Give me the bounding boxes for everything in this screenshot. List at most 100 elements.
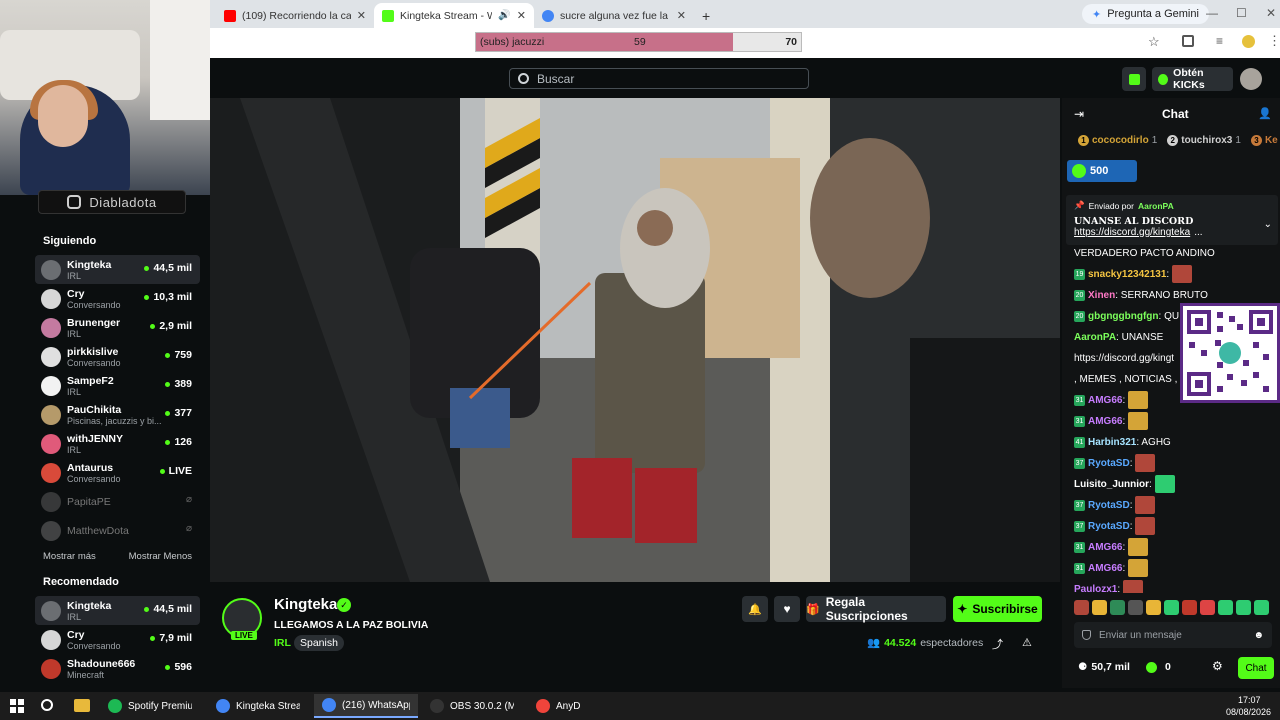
video-player[interactable] bbox=[210, 98, 1060, 582]
sidebar-channel-antaurus[interactable]: Antaurus Conversando LIVE bbox=[35, 458, 200, 487]
sidebar-channel-cry[interactable]: Cry Conversando 7,9 mil bbox=[35, 625, 200, 654]
settings-gear-icon[interactable]: ⚙ bbox=[1212, 659, 1223, 673]
menu-icon[interactable]: ⋮ bbox=[1268, 33, 1280, 49]
taskbar-app[interactable]: OBS 30.0.2 (MODO ... bbox=[422, 694, 522, 718]
gemini-button[interactable]: ✦ Pregunta a Gemini bbox=[1082, 4, 1209, 24]
emote-icon[interactable] bbox=[1236, 600, 1251, 615]
pinned-message[interactable]: 📌 Enviado por AaronPA UNANSE AL DISCORD … bbox=[1066, 195, 1278, 245]
taskbar-app[interactable]: Kingteka Stream - ... bbox=[208, 694, 308, 718]
kicks-balance[interactable]: 0 bbox=[1146, 661, 1171, 673]
browser-tab-google[interactable]: sucre alguna vez fue la capital d ✕ bbox=[534, 3, 694, 28]
close-window-button[interactable]: ✕ bbox=[1266, 6, 1276, 20]
taskbar-app[interactable]: Spotify Premium bbox=[100, 694, 200, 718]
bookmark-star-icon[interactable]: ☆ bbox=[1148, 34, 1160, 50]
file-explorer-icon[interactable] bbox=[74, 699, 90, 712]
emote-icon[interactable] bbox=[1092, 600, 1107, 615]
chat-username[interactable]: RyotaSD bbox=[1088, 500, 1130, 511]
audio-icon[interactable]: 🔊 bbox=[498, 10, 510, 21]
chat-username[interactable]: Luisito_Junnior bbox=[1074, 479, 1149, 490]
share-icon[interactable]: ⤴ bbox=[992, 636, 1003, 652]
chat-username[interactable]: AMG66 bbox=[1088, 395, 1122, 406]
windows-start-icon[interactable] bbox=[10, 699, 24, 713]
send-chat-button[interactable]: Chat bbox=[1238, 657, 1274, 679]
sidebar-channel-pirkkislive[interactable]: pirkkislive Conversando 759 bbox=[35, 342, 200, 371]
chat-username[interactable]: AMG66 bbox=[1088, 563, 1122, 574]
chat-username[interactable]: RyotaSD bbox=[1088, 458, 1130, 469]
taskbar-app[interactable]: (216) WhatsApp - G... bbox=[314, 694, 418, 718]
subscribe-button[interactable]: ✦ Suscribirse bbox=[953, 596, 1042, 622]
emote-icon[interactable] bbox=[1110, 600, 1125, 615]
clock-time[interactable]: 17:07 bbox=[1238, 695, 1261, 705]
extensions-icon[interactable] bbox=[1182, 35, 1194, 47]
browser-tab-youtube[interactable]: (109) Recorriendo la carretera m ✕ bbox=[216, 3, 374, 28]
top-gifter[interactable]: 3 Ke bbox=[1250, 135, 1280, 146]
emote-icon[interactable] bbox=[1200, 600, 1215, 615]
emote-icon[interactable] bbox=[1164, 600, 1179, 615]
emote-icon bbox=[1128, 559, 1149, 578]
notify-button[interactable]: 🔔 bbox=[742, 596, 768, 622]
close-tab-icon[interactable]: ✕ bbox=[677, 9, 686, 22]
emote-icon[interactable] bbox=[1128, 600, 1143, 615]
chat-username[interactable]: snacky12342131 bbox=[1088, 269, 1166, 280]
new-tab-button[interactable]: + bbox=[694, 3, 718, 28]
show-less-button[interactable]: Mostrar Menos bbox=[129, 551, 192, 562]
sidebar-channel-shadoune666[interactable]: Shadoune666 Minecraft 596 bbox=[35, 654, 200, 683]
points-display[interactable]: ⚈ 50,7 mil bbox=[1078, 661, 1130, 673]
chat-username[interactable]: AaronPA bbox=[1074, 332, 1116, 343]
follow-button[interactable]: ♥ bbox=[774, 596, 800, 622]
site-header: Buscar Obtén KICKs bbox=[210, 58, 1280, 98]
pinned-link[interactable]: https://discord.gg/kingteka bbox=[1074, 227, 1190, 238]
emote-icon[interactable] bbox=[1146, 600, 1161, 615]
user-avatar[interactable] bbox=[1240, 68, 1262, 90]
report-icon[interactable]: ⚠ bbox=[1022, 636, 1032, 649]
top-gifter[interactable]: 2 touchirox3 1 bbox=[1167, 135, 1241, 146]
chat-input[interactable]: Enviar un mensaje ☻ bbox=[1074, 622, 1272, 648]
profile-icon[interactable] bbox=[1242, 35, 1255, 48]
minimize-button[interactable]: — bbox=[1206, 6, 1218, 20]
taskbar-app[interactable]: AnyDesk bbox=[528, 694, 588, 718]
sidebar-channel-kingteka[interactable]: Kingteka IRL 44,5 mil bbox=[35, 596, 200, 625]
collapse-chat-icon[interactable]: ⇥ bbox=[1074, 107, 1084, 121]
chat-username[interactable]: Paulozx1 bbox=[1074, 584, 1117, 593]
chat-username[interactable]: gbgnggbngfgn bbox=[1088, 311, 1159, 322]
chat-users-icon[interactable]: 👤 bbox=[1258, 107, 1272, 120]
sidebar-channel-withjenny[interactable]: withJENNY IRL 126 bbox=[35, 429, 200, 458]
sidebar-channel-offline[interactable]: PapitaPE ⌀ bbox=[35, 487, 200, 516]
emote-icon[interactable] bbox=[1074, 600, 1089, 615]
maximize-button[interactable]: ☐ bbox=[1236, 6, 1247, 20]
emote-icon[interactable] bbox=[1254, 600, 1269, 615]
sidebar-channel-offline[interactable]: MatthewDota ⌀ bbox=[35, 516, 200, 545]
sidebar-channel-kingteka[interactable]: Kingteka IRL 44,5 mil bbox=[35, 255, 200, 284]
clock-date[interactable]: 08/08/2026 bbox=[1226, 707, 1271, 717]
chat-username[interactable]: AMG66 bbox=[1088, 416, 1122, 427]
instagram-icon bbox=[67, 195, 82, 209]
emoji-icon[interactable]: ☻ bbox=[1253, 630, 1264, 641]
gift-subs-button[interactable]: 🎁 Regala Suscripciones bbox=[806, 595, 946, 623]
sidebar-channel-pauchikita[interactable]: PauChikita Piscinas, jacuzzis y bi... 377 bbox=[35, 400, 200, 429]
chat-username[interactable]: Harbin321 bbox=[1088, 437, 1136, 448]
top-gifter[interactable]: 1 cococodirlo 1 bbox=[1078, 135, 1157, 146]
sidebar-channel-brunenger[interactable]: Brunenger IRL 2,9 mil bbox=[35, 313, 200, 342]
sidebar-channel-sampef2[interactable]: SampeF2 IRL 389 bbox=[35, 371, 200, 400]
browser-tab-kick[interactable]: Kingteka Stream - Watch Li 🔊 ✕ bbox=[374, 3, 534, 28]
bell-icon: 🔔 bbox=[748, 603, 762, 616]
search-icon[interactable] bbox=[41, 699, 53, 711]
category-link[interactable]: IRL bbox=[274, 637, 291, 649]
get-kicks-button[interactable]: Obtén KICKs bbox=[1152, 67, 1233, 91]
show-more-button[interactable]: Mostrar más bbox=[43, 551, 96, 562]
language-tag[interactable]: Spanish bbox=[294, 635, 344, 651]
kicks-pill[interactable]: 500 bbox=[1067, 160, 1137, 182]
channel-name[interactable]: Kingteka bbox=[274, 596, 337, 613]
close-tab-icon[interactable]: ✕ bbox=[357, 9, 366, 22]
emote-icon[interactable] bbox=[1218, 600, 1233, 615]
search-input[interactable]: Buscar bbox=[509, 68, 809, 89]
chat-username[interactable]: Xinen bbox=[1088, 290, 1115, 301]
reading-list-icon[interactable]: ≡ bbox=[1216, 34, 1223, 48]
close-tab-icon[interactable]: ✕ bbox=[517, 9, 526, 22]
notifications-button[interactable] bbox=[1122, 67, 1146, 91]
emote-icon[interactable] bbox=[1182, 600, 1197, 615]
sidebar-channel-cry[interactable]: Cry Conversando 10,3 mil bbox=[35, 284, 200, 313]
chat-username[interactable]: RyotaSD bbox=[1088, 521, 1130, 532]
chat-username[interactable]: AMG66 bbox=[1088, 542, 1122, 553]
chevron-down-icon[interactable]: ⌄ bbox=[1264, 219, 1272, 230]
